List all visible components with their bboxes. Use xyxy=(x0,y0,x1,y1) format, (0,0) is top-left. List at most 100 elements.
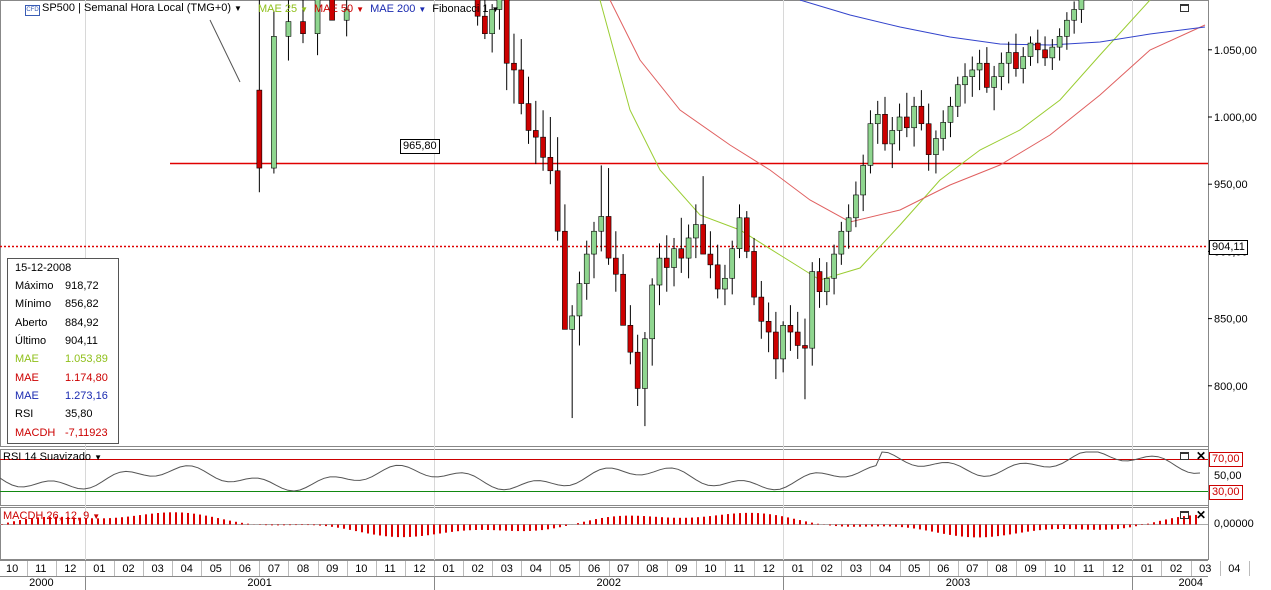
info-key: Mínimo xyxy=(15,298,52,311)
x-year-label: 2003 xyxy=(946,577,970,589)
x-month-label: 07 xyxy=(268,563,280,575)
x-month-label: 04 xyxy=(1228,563,1240,575)
rsi-title[interactable]: RSI 14 Suavizado ▼ xyxy=(3,451,102,463)
rsi-close-icon[interactable]: ✕ xyxy=(1196,449,1206,463)
candle-up xyxy=(998,62,1005,77)
info-key: Aberto xyxy=(15,316,48,329)
macd-title-label: MACDH 26, 12, 9 xyxy=(3,510,90,522)
candle-up xyxy=(947,105,954,123)
candle-up xyxy=(271,36,277,169)
x-month-label: 11 xyxy=(384,563,395,575)
info-row: MAE 1.053,89 xyxy=(8,350,118,368)
candle-down xyxy=(627,325,634,353)
info-value: 884,92 xyxy=(65,316,99,329)
maximize-icon[interactable] xyxy=(1180,4,1189,12)
chevron-down-icon[interactable]: ▼ xyxy=(492,5,500,14)
x-month-label: 10 xyxy=(6,563,18,575)
x-month-label: 12 xyxy=(413,563,425,575)
candle-down xyxy=(256,89,263,169)
info-key: MAE xyxy=(15,353,39,366)
candle-up xyxy=(569,315,575,330)
x-month-label: 02 xyxy=(122,563,134,575)
chevron-down-icon[interactable]: ▼ xyxy=(92,512,100,521)
x-month-label: 05 xyxy=(210,563,222,575)
candle-up xyxy=(860,165,866,196)
candle-down xyxy=(816,271,823,293)
rsi-panel-frame xyxy=(0,449,1209,506)
candle-up xyxy=(729,248,736,279)
chevron-down-icon[interactable]: ▼ xyxy=(418,5,426,14)
candle-down xyxy=(984,62,990,88)
candle-up xyxy=(853,194,859,219)
info-row: MAE 1.273,16 xyxy=(8,387,118,405)
candle-down xyxy=(562,230,568,330)
candle-down xyxy=(540,136,546,158)
candle-up xyxy=(1071,9,1077,21)
chevron-down-icon[interactable]: ▼ xyxy=(300,5,308,14)
candle-up xyxy=(889,130,896,145)
x-month-label: 11 xyxy=(1083,563,1094,575)
macd-close-icon[interactable]: ✕ xyxy=(1196,508,1206,522)
candle-up xyxy=(809,271,816,349)
x-month-label: 01 xyxy=(1141,563,1153,575)
candle-down xyxy=(1042,49,1048,59)
ma50-indicator[interactable]: MAE 50 ▼ xyxy=(314,3,364,15)
candle-up xyxy=(642,338,648,389)
symbol-selector[interactable]: CFD SP500 | Semanal Hora Local (TMG+0) ▼ xyxy=(25,2,242,16)
candle-up xyxy=(598,216,605,232)
chart-canvas[interactable]: 1.050,001.000,00950,00900,00850,00800,00… xyxy=(0,0,1271,590)
fibonacci-indicator[interactable]: Fibonacci 1 ▼ xyxy=(432,3,499,15)
chevron-down-icon[interactable]: ▼ xyxy=(356,5,364,14)
candle-down xyxy=(707,253,714,266)
candle-up xyxy=(649,284,656,340)
chart-header: CFD SP500 | Semanal Hora Local (TMG+0) ▼ M… xyxy=(25,2,499,16)
info-row: Mínimo 856,82 xyxy=(8,295,118,313)
candle-up xyxy=(976,62,983,71)
candle-up xyxy=(823,277,830,293)
x-month-label: 08 xyxy=(995,563,1007,575)
chevron-down-icon[interactable]: ▼ xyxy=(94,453,102,462)
rsi-maximize-icon[interactable] xyxy=(1180,452,1189,460)
candle-up xyxy=(576,283,583,317)
info-key: RSI xyxy=(15,408,34,421)
ma25-indicator[interactable]: MAE 25 ▼ xyxy=(258,3,308,15)
candle-up xyxy=(933,138,939,155)
y-tick-label: 800,00 xyxy=(1214,381,1248,393)
fibonacci-line xyxy=(209,19,241,83)
candle-down xyxy=(751,251,757,298)
x-month-label: 08 xyxy=(646,563,658,575)
info-row: Último 904,11 xyxy=(8,332,118,350)
candle-up xyxy=(991,76,997,88)
last-price-label: 904,11 xyxy=(1209,240,1248,255)
chevron-down-icon[interactable]: ▼ xyxy=(234,4,242,13)
info-value: 1.273,16 xyxy=(65,389,108,402)
info-value: 1.053,89 xyxy=(65,353,108,366)
candle-up xyxy=(780,325,786,360)
fibonacci-label: Fibonacci 1 xyxy=(432,3,489,15)
macd-title[interactable]: MACDH 26, 12, 9 ▼ xyxy=(3,510,100,522)
candle-down xyxy=(613,257,619,275)
x-month-label: 10 xyxy=(355,563,367,575)
x-month-label: 06 xyxy=(239,563,251,575)
x-month-label: 04 xyxy=(181,563,193,575)
candle-up xyxy=(867,123,874,166)
candle-down xyxy=(765,320,772,333)
candle-up xyxy=(693,224,699,239)
x-year-label: 2001 xyxy=(247,577,271,589)
candle-down xyxy=(511,62,517,71)
x-month-label: 03 xyxy=(1199,563,1211,575)
macd-maximize-icon[interactable] xyxy=(1180,511,1189,519)
candle-down xyxy=(918,105,925,125)
symbol-label: SP500 | Semanal Hora Local (TMG+0) xyxy=(42,2,232,14)
x-month-label: 05 xyxy=(559,563,571,575)
candle-down xyxy=(794,331,801,346)
candle-up xyxy=(285,21,292,37)
x-month-label: 02 xyxy=(1170,563,1182,575)
main-panel-frame xyxy=(0,0,1209,447)
info-box: 15-12-2008 Máximo 918,72 Mínimo 856,82 Abert… xyxy=(7,258,119,444)
ma200-indicator[interactable]: MAE 200 ▼ xyxy=(370,3,426,15)
info-row: Aberto 884,92 xyxy=(8,314,118,332)
info-row: RSI 35,80 xyxy=(8,405,118,423)
candle-down xyxy=(532,130,539,138)
info-key: MAE xyxy=(15,371,39,384)
